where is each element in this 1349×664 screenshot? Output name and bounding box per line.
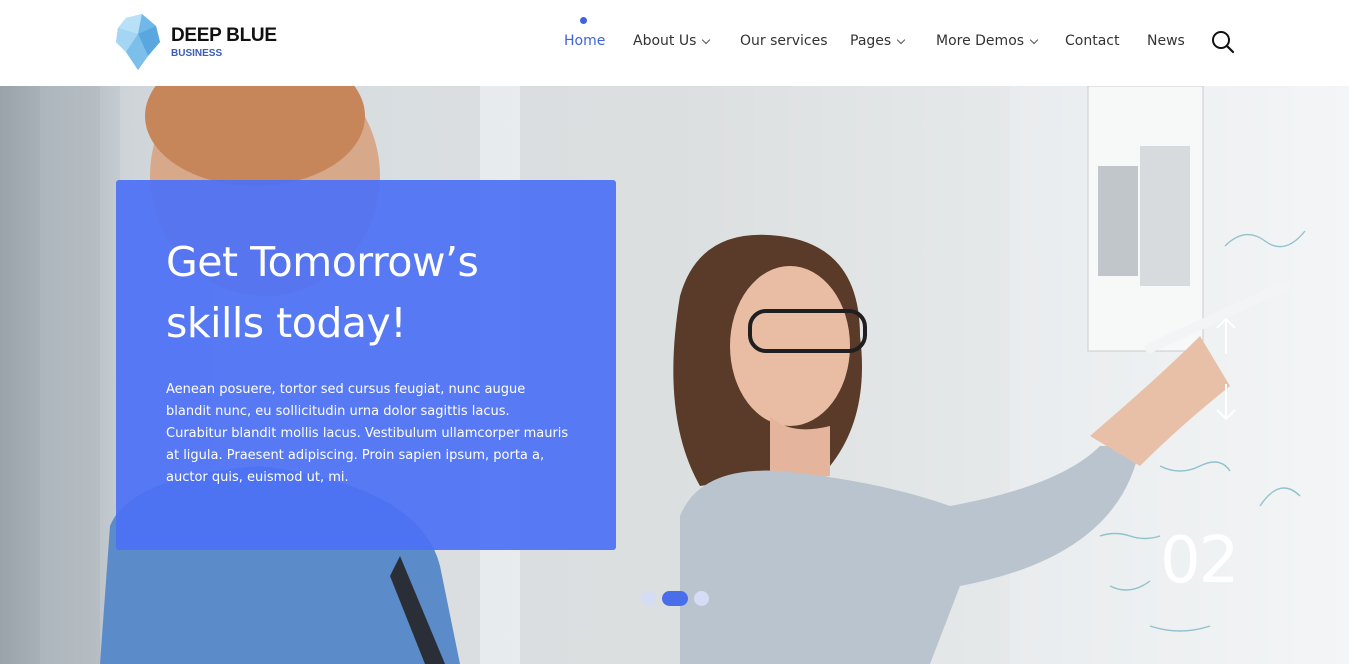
nav-our-services[interactable]: Our services: [740, 31, 828, 51]
active-indicator-dot: [580, 17, 587, 24]
slide-dot-3[interactable]: [694, 591, 709, 606]
nav-label: News: [1147, 33, 1185, 49]
arrow-up-icon[interactable]: [1214, 316, 1238, 356]
nav-label: Pages: [850, 33, 892, 49]
brand-title: DEEP BLUE: [171, 24, 277, 46]
hero-slider: Get Tomorrow’s skills today! Aenean posu…: [0, 86, 1349, 664]
chevron-down-icon: [896, 35, 906, 44]
nav-label: Our services: [740, 33, 828, 49]
iceberg-logo-icon: [116, 14, 160, 70]
nav-home[interactable]: Home: [564, 31, 605, 51]
site-header: DEEP BLUE BUSINESS Home About Us Our ser…: [0, 0, 1349, 86]
chevron-down-icon: [1029, 35, 1039, 44]
nav-label: Home: [564, 33, 606, 49]
slide-dot-2[interactable]: [662, 591, 688, 606]
logo[interactable]: DEEP BLUE BUSINESS: [114, 12, 277, 72]
hero-title-line-1: Get Tomorrow’s: [166, 238, 479, 286]
hero-title: Get Tomorrow’s skills today!: [166, 232, 566, 354]
nav-label: More Demos: [936, 33, 1025, 49]
brand-subtitle: BUSINESS: [171, 47, 223, 59]
hero-description: Aenean posuere, tortor sed cursus feugia…: [166, 382, 569, 485]
hero-card: Get Tomorrow’s skills today! Aenean posu…: [116, 180, 616, 550]
hero-title-line-2: skills today!: [166, 299, 407, 347]
arrow-down-icon[interactable]: [1214, 382, 1238, 422]
nav-more-demos[interactable]: More Demos: [936, 31, 1039, 51]
slide-dot-1[interactable]: [641, 591, 656, 606]
slide-number: 02: [1160, 524, 1239, 598]
chevron-down-icon: [702, 35, 711, 44]
search-icon[interactable]: [1210, 29, 1236, 55]
nav-contact[interactable]: Contact: [1065, 31, 1119, 51]
nav-label: Contact: [1065, 33, 1120, 49]
nav-pages[interactable]: Pages: [850, 31, 906, 51]
slider-pagination: [641, 591, 715, 606]
nav-label: About Us: [633, 33, 697, 49]
nav-about-us[interactable]: About Us: [633, 31, 711, 51]
nav-news[interactable]: News: [1147, 31, 1185, 51]
